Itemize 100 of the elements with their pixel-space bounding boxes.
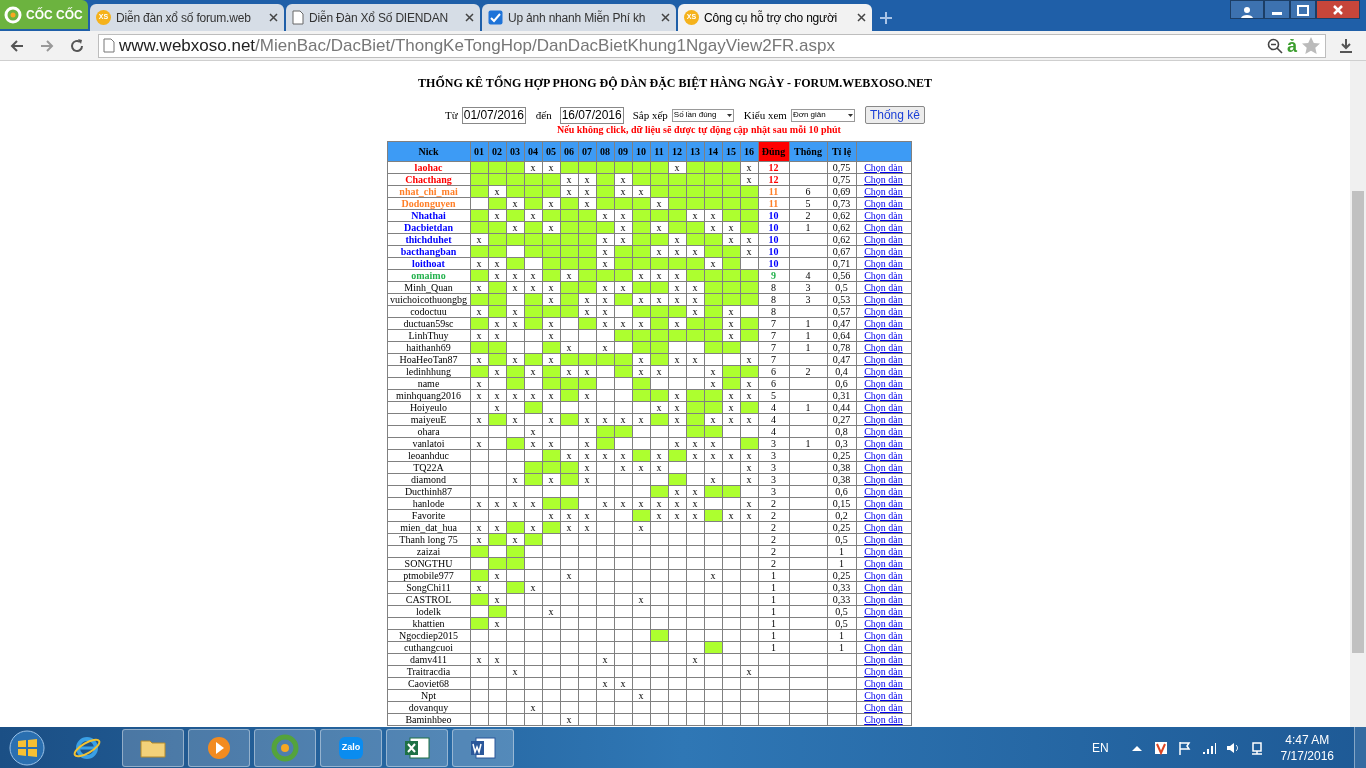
taskbar-app-button[interactable] xyxy=(254,728,316,767)
miss-cell: x xyxy=(470,377,488,390)
correct-count-cell: 10 xyxy=(758,233,789,246)
ratio-cell: 0,47 xyxy=(827,353,856,366)
miss-cell: x xyxy=(470,581,488,594)
miss-cell: x xyxy=(686,509,704,522)
close-icon[interactable] xyxy=(269,13,278,22)
correct-count-cell: 3 xyxy=(758,485,789,498)
miss-cell: x xyxy=(596,677,614,690)
miss-cell: x xyxy=(650,221,668,234)
taskbar-app-button[interactable] xyxy=(452,728,514,767)
miss-cell: x xyxy=(722,413,740,426)
ratio-cell: 0,33 xyxy=(827,593,856,606)
close-icon[interactable] xyxy=(465,13,474,22)
miss-cell: x xyxy=(632,185,650,198)
nick-cell: ptmobile977 xyxy=(387,569,470,582)
nick-cell: vuichoicothuongbg xyxy=(387,293,470,306)
miss-cell: x xyxy=(596,281,614,294)
close-icon[interactable] xyxy=(1316,0,1360,19)
download-icon[interactable] xyxy=(1338,37,1354,54)
flag-icon[interactable] xyxy=(1176,739,1193,756)
nick-cell: Hoiyeulo xyxy=(387,401,470,414)
miss-cell: x xyxy=(722,401,740,414)
shield-icon[interactable] xyxy=(1152,739,1169,756)
ratio-cell: 0,62 xyxy=(827,221,856,234)
miss-cell: x xyxy=(488,389,506,402)
language-indicator[interactable]: EN xyxy=(1091,738,1109,757)
miss-cell: x xyxy=(470,329,488,342)
new-tab-icon[interactable] xyxy=(878,10,894,26)
miss-cell: x xyxy=(488,617,506,630)
streak-cell: 4 xyxy=(789,269,827,282)
miss-cell: x xyxy=(686,281,704,294)
miss-cell: x xyxy=(614,173,632,186)
miss-cell: x xyxy=(632,269,650,282)
correct-count-cell: 4 xyxy=(758,413,789,426)
view-select[interactable]: Đơn giản xyxy=(790,108,855,122)
close-icon[interactable] xyxy=(857,13,866,22)
miss-cell: x xyxy=(506,353,524,366)
miss-cell: x xyxy=(668,497,686,510)
miss-cell: x xyxy=(740,413,758,426)
streak-cell: 1 xyxy=(789,221,827,234)
ratio-cell: 0,8 xyxy=(827,425,856,438)
correct-count-cell: 10 xyxy=(758,245,789,258)
view-label: Kiểu xem xyxy=(743,107,787,123)
nick-cell: CASTROL xyxy=(387,593,470,606)
statistics-button[interactable]: Thống kê xyxy=(864,106,925,124)
miss-cell: x xyxy=(470,437,488,450)
miss-cell: x xyxy=(614,449,632,462)
ratio-cell: 0,62 xyxy=(827,233,856,246)
correct-count-cell: 7 xyxy=(758,341,789,354)
sort-select[interactable]: Số lần đúng xyxy=(671,108,734,122)
nick-cell: zaizai xyxy=(387,545,470,558)
scrollbar[interactable] xyxy=(1350,61,1366,727)
miss-cell: x xyxy=(578,509,596,522)
star-icon[interactable] xyxy=(1301,35,1321,56)
ratio-cell: 0,62 xyxy=(827,209,856,222)
clock-date[interactable]: 7/17/2016 xyxy=(1280,747,1334,764)
miss-cell: x xyxy=(650,197,668,210)
ratio-cell: 0,38 xyxy=(827,461,856,474)
miss-cell: x xyxy=(686,245,704,258)
miss-cell: x xyxy=(488,593,506,606)
browser-tab[interactable]: Up ảnh nhanh Miễn Phí kh xyxy=(482,4,676,31)
ratio-cell: 0,25 xyxy=(827,569,856,582)
miss-cell: x xyxy=(650,365,668,378)
miss-cell: x xyxy=(524,209,542,222)
miss-cell: x xyxy=(542,293,560,306)
checkbox-icon xyxy=(488,10,503,25)
miss-cell: x xyxy=(740,389,758,402)
taskbar-app-button[interactable] xyxy=(122,728,184,767)
address-bar[interactable]: www.webxoso.net/MienBac/DacBiet/ThongKeTongHop/DanDacBietKhung1NgayView2FR.aspx ả xyxy=(98,33,1326,58)
miss-cell: x xyxy=(488,497,506,510)
zoom-out-icon[interactable] xyxy=(1267,37,1283,54)
nick-cell: nhat_chi_mai xyxy=(387,185,470,198)
miss-cell: x xyxy=(560,569,578,582)
maximize-icon[interactable] xyxy=(1290,0,1316,19)
nick-cell: codoctuu xyxy=(387,305,470,318)
minimize-icon[interactable] xyxy=(1264,0,1290,19)
miss-cell: x xyxy=(632,689,650,702)
taskbar-app-button[interactable] xyxy=(188,728,250,767)
user-icon[interactable] xyxy=(1230,0,1264,19)
close-icon[interactable] xyxy=(661,13,670,22)
taskbar-app-button[interactable] xyxy=(386,728,448,767)
nick-cell: laohac xyxy=(387,161,470,174)
clock-time[interactable]: 4:47 AM xyxy=(1285,731,1330,748)
miss-cell: x xyxy=(470,389,488,402)
miss-cell: x xyxy=(524,161,542,174)
miss-cell: x xyxy=(524,281,542,294)
miss-cell: x xyxy=(704,449,722,462)
ratio-cell: 0,53 xyxy=(827,293,856,306)
nick-cell: cuthangcuoi xyxy=(387,641,470,654)
miss-cell: x xyxy=(632,497,650,510)
from-date-field[interactable]: 01/07/2016 xyxy=(461,106,526,124)
nick-cell: omaimo xyxy=(387,269,470,282)
miss-cell: x xyxy=(740,497,758,510)
to-date-field[interactable]: 16/07/2016 xyxy=(559,106,624,124)
miss-cell: x xyxy=(560,713,578,726)
ratio-cell: 0,64 xyxy=(827,329,856,342)
browser-tab[interactable]: Diễn Đàn Xổ Số DIENDAN xyxy=(286,4,480,31)
miss-cell: x xyxy=(560,341,578,354)
reload-icon[interactable] xyxy=(68,36,86,55)
